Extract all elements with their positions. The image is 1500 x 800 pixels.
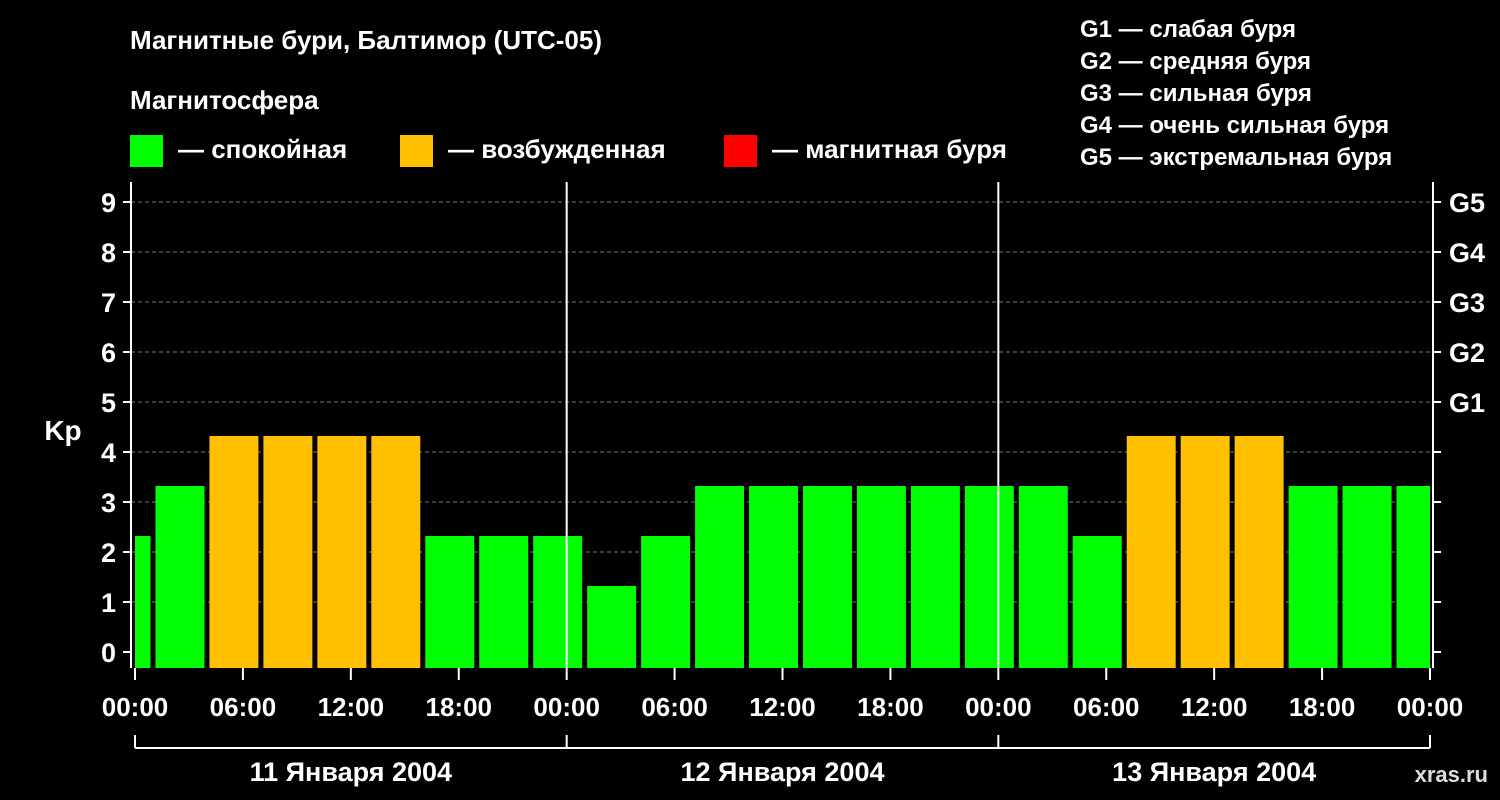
kp-bar [1342,486,1392,668]
g-legend-g2: G2 — средняя буря [1080,48,1311,75]
legend-swatch-active [400,135,433,167]
g-legend-g3: G3 — сильная буря [1080,80,1312,107]
bars-layer [135,436,1430,668]
kp-bar [155,486,205,668]
y-axis-label: Kp [44,415,81,446]
y-tick-label: 3 [101,488,116,518]
y-tick-label: 7 [101,288,116,318]
y-tick-label: 4 [101,438,116,468]
kp-chart: Магнитные бури, Балтимор (UTC-05) Магнит… [44,16,1488,787]
kp-bar [641,536,691,668]
x-tick-label: 06:00 [1073,692,1140,722]
kp-bar [910,486,960,668]
g-legend-g4: G4 — очень сильная буря [1080,112,1389,139]
kp-bar [533,536,583,668]
legend-swatch-storm [724,135,757,167]
kp-bar [964,486,1014,668]
g-scale-label: G1 [1449,388,1485,418]
kp-bar [371,436,421,668]
kp-bar [1396,486,1430,668]
kp-bar [1018,486,1068,668]
kp-bar [1126,436,1176,668]
x-tick-label: 18:00 [1289,692,1356,722]
g-scale-label: G4 [1449,238,1485,268]
x-tick-label: 12:00 [1181,692,1248,722]
x-tick-label: 00:00 [965,692,1032,722]
kp-bar [1072,536,1122,668]
x-tick-label: 06:00 [210,692,277,722]
g-scale-label: G3 [1449,288,1485,318]
kp-bar [1180,436,1230,668]
y-tick-label: 5 [101,388,116,418]
legend-label-active: — возбужденная [448,134,666,164]
watermark: xras.ru [1415,762,1488,787]
x-tick-label: 12:00 [749,692,816,722]
kp-bar [479,536,529,668]
x-tick-label: 12:00 [318,692,385,722]
kp-bar [425,536,475,668]
x-tick-label: 00:00 [102,692,169,722]
y-tick-label: 8 [101,238,116,268]
y-tick-label: 6 [101,338,116,368]
x-tick-label: 06:00 [641,692,708,722]
legend-label-quiet: — спокойная [178,134,347,164]
legend-swatch-quiet [130,135,163,167]
y-tick-label: 9 [101,188,116,218]
x-tick-label: 18:00 [426,692,493,722]
kp-bar [135,536,151,668]
kp-bar [695,486,745,668]
day-label: 11 Января 2004 [250,757,452,787]
legend-label-storm: — магнитная буря [772,134,1007,164]
kp-bar [856,486,906,668]
kp-bar [209,436,259,668]
g-scale-label: G5 [1449,188,1485,218]
kp-bar [317,436,367,668]
g-legend-g1: G1 — слабая буря [1080,16,1296,43]
kp-bar [802,486,852,668]
x-tick-label: 00:00 [1397,692,1464,722]
kp-bar [749,486,798,668]
g-scale-label: G2 [1449,338,1485,368]
kp-bar [587,586,637,668]
day-label: 12 Января 2004 [681,757,885,787]
y-tick-label: 0 [101,638,116,668]
legend-heading: Магнитосфера [130,85,319,115]
y-tick-label: 2 [101,538,116,568]
g-legend-g5: G5 — экстремальная буря [1080,144,1392,171]
x-tick-label: 18:00 [857,692,924,722]
chart-title: Магнитные бури, Балтимор (UTC-05) [130,25,602,55]
kp-bar [1288,486,1338,668]
kp-bar [1234,436,1284,668]
x-tick-label: 00:00 [533,692,600,722]
day-label: 13 Января 2004 [1112,757,1316,787]
y-tick-label: 1 [101,588,116,618]
kp-bar [263,436,313,668]
